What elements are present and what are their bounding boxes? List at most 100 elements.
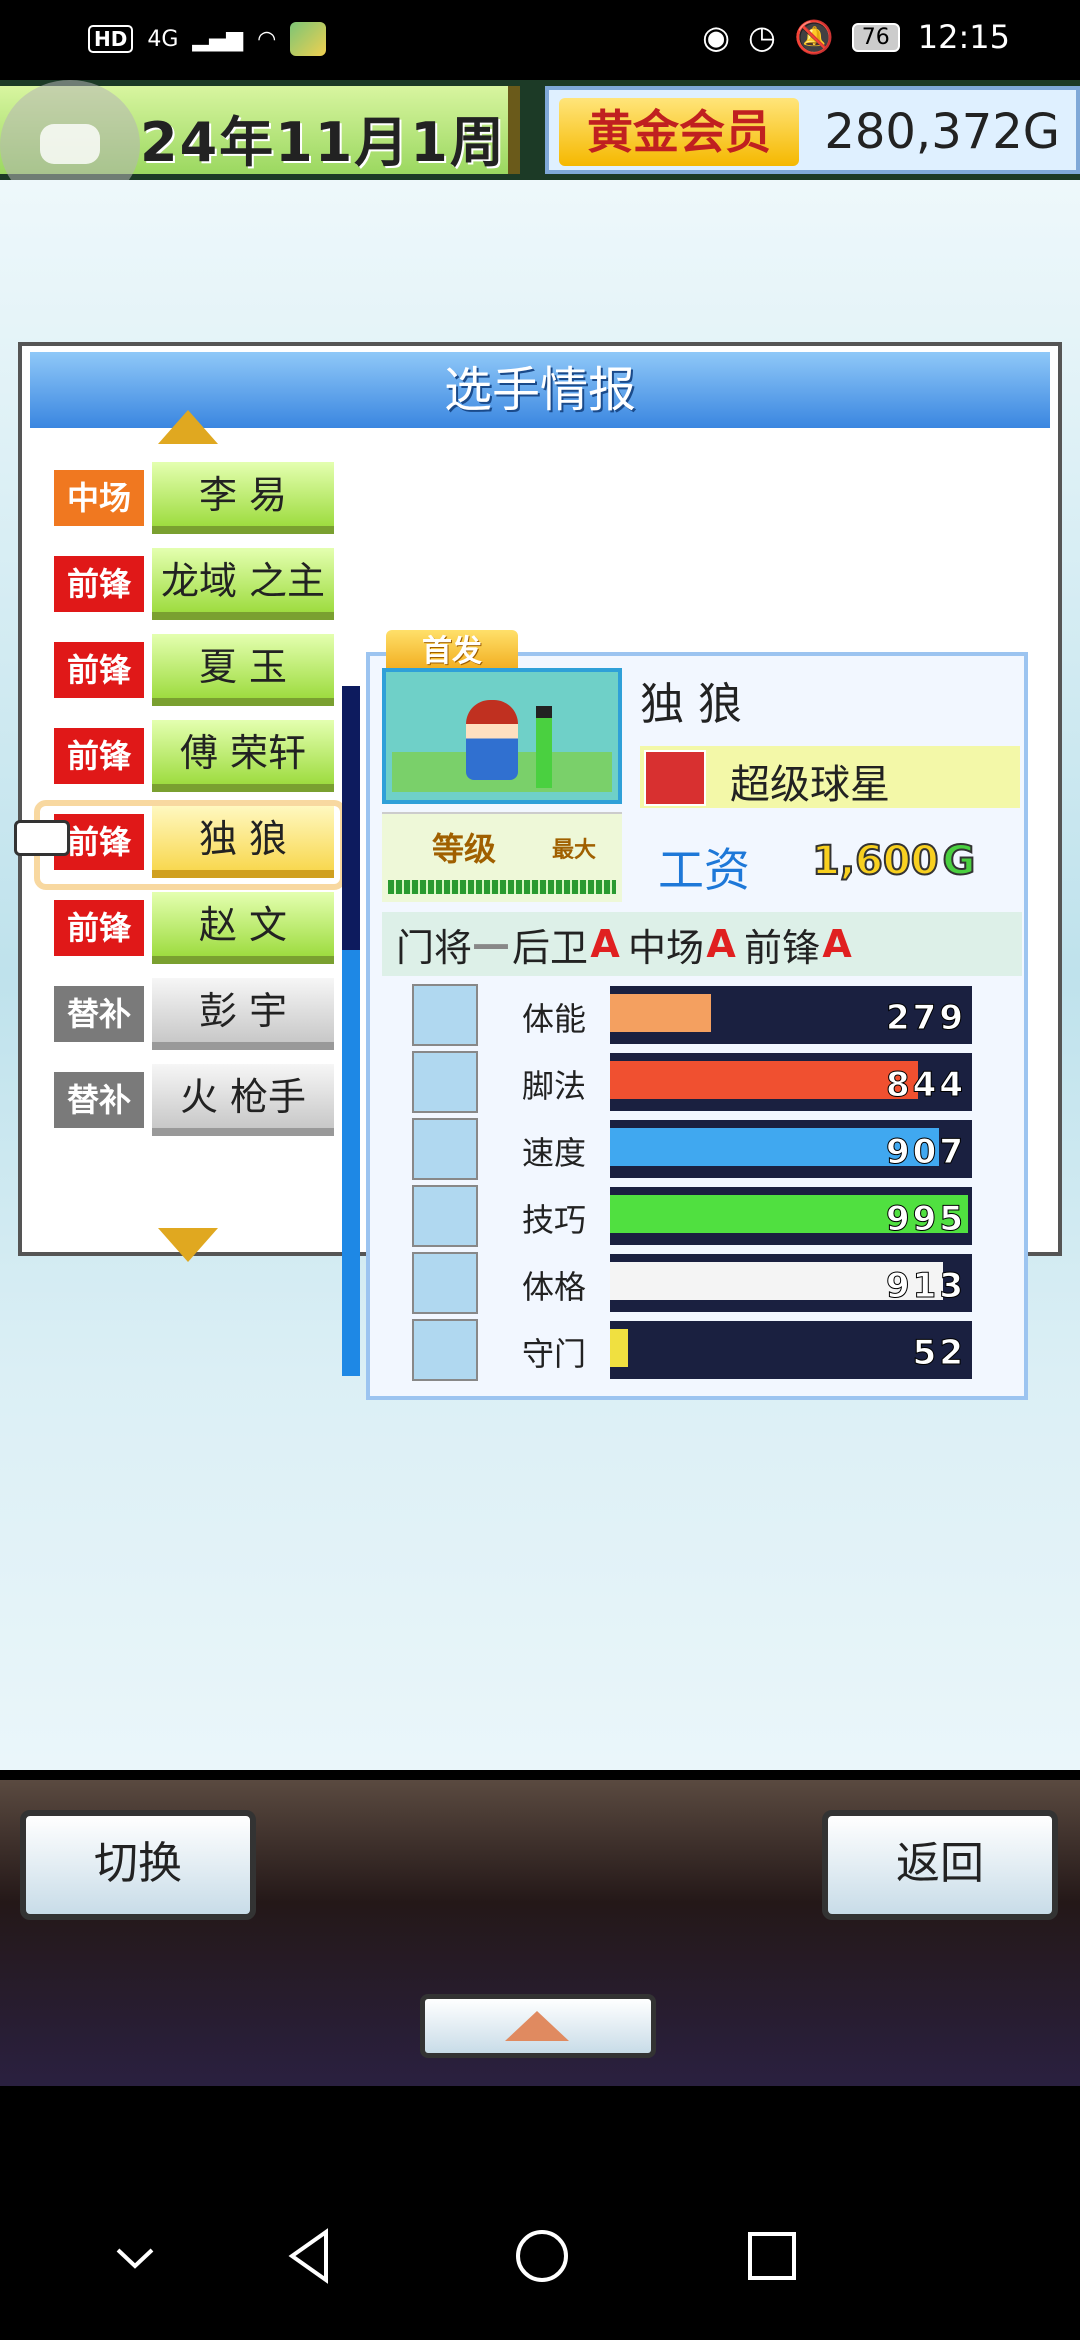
stat-bar: 913 (610, 1254, 972, 1312)
aptitude-position: 门将 (396, 925, 473, 970)
stat-value: 844 (886, 1065, 966, 1106)
app-notification-icon (290, 22, 327, 56)
salary-amount: 1,600 (811, 837, 940, 885)
alarm-icon: ◷ (748, 18, 776, 56)
stat-value: 913 (886, 1266, 966, 1307)
position-badge: 前锋 (54, 556, 144, 612)
status-bar: HD 4G ▂▄▆ ◠ ◉ ◷ 🔕 76 12:15 (0, 0, 1080, 80)
status-right: ◉ ◷ 🔕 76 12:15 (702, 18, 1010, 56)
glove-icon (412, 1319, 478, 1381)
roster-row[interactable]: 前锋 夏 玉 (50, 630, 340, 716)
eye-comfort-icon: ◉ (702, 18, 731, 56)
stat-row: 速度 907 (412, 1114, 1012, 1181)
level-box: 等级 最大 (382, 812, 622, 902)
battery-icon: 76 (851, 22, 900, 52)
stat-label: 守门 (522, 1335, 587, 1373)
roster-row[interactable]: 替补 火 枪手 (50, 1060, 340, 1146)
player-portrait (382, 668, 622, 804)
aptitude-grade: — (472, 922, 511, 966)
player-sprite-icon (466, 700, 518, 780)
player-name-button[interactable]: 赵 文 (152, 892, 334, 964)
stat-label: 速度 (522, 1134, 587, 1172)
aptitude-position: 中场 (628, 925, 705, 970)
star-player-icon (644, 750, 706, 806)
player-name-button[interactable]: 李 易 (152, 462, 334, 534)
roster-row[interactable]: 前锋 赵 文 (50, 888, 340, 974)
membership-badge: 黄金会员 (559, 98, 799, 166)
stat-bar: 844 (610, 1053, 972, 1111)
stat-fill (610, 1061, 918, 1099)
roster-row[interactable]: 中场 李 易 (50, 458, 340, 544)
stat-bar: 52 (610, 1321, 972, 1379)
roster-row-selected[interactable]: 前锋 独 狼 (14, 800, 346, 890)
rank-label: 超级球星 (730, 762, 890, 808)
battery-icon (412, 984, 478, 1046)
stamina-gauge (536, 706, 552, 788)
back-icon[interactable] (284, 2226, 334, 2286)
stat-row: 体能 279 (412, 980, 1012, 1047)
gamepad-icon (40, 124, 100, 164)
stats-list: 体能 279 脚法 844 速度 907 技巧 995 体格 913 守门 52 (412, 980, 1012, 1382)
aptitude-position: 前锋 (744, 925, 821, 970)
stat-label: 体能 (522, 1000, 587, 1038)
stat-row: 守门 52 (412, 1315, 1012, 1382)
pointing-hand-icon (14, 820, 70, 856)
game-date: 24年11月1周 (140, 111, 506, 174)
position-badge: 替补 (54, 1072, 144, 1128)
player-name-button[interactable]: 独 狼 (152, 806, 334, 878)
level-bar (388, 880, 616, 894)
expand-menu-button[interactable] (420, 1994, 656, 2058)
chevron-up-icon (505, 2011, 569, 2041)
player-name-button[interactable]: 彭 宇 (152, 978, 334, 1050)
stat-value: 907 (886, 1132, 966, 1173)
home-icon[interactable] (512, 2226, 572, 2286)
stat-value: 279 (886, 998, 966, 1039)
salary-value: 1,600 G (811, 837, 977, 885)
level-label: 等级 (432, 830, 497, 868)
aptitude-position: 后卫 (512, 925, 589, 970)
boot-icon (412, 1051, 478, 1113)
navigation-bar (0, 2086, 1080, 2340)
roster-row[interactable]: 替补 彭 宇 (50, 974, 340, 1060)
player-name-button[interactable]: 傅 荣轩 (152, 720, 334, 792)
gold-amount: 280,372G (824, 104, 1060, 160)
player-name-button[interactable]: 龙域 之主 (152, 548, 334, 620)
hd-badge: HD (88, 25, 134, 53)
salary-unit: G (942, 837, 977, 885)
level-max-label: 最大 (552, 838, 597, 863)
switch-button[interactable]: 切换 (20, 1810, 256, 1920)
aptitude-grade: A (822, 922, 852, 966)
stat-row: 技巧 995 (412, 1181, 1012, 1248)
gold-panel: 黄金会员 280,372G (545, 86, 1080, 174)
network-label: 4G (147, 26, 179, 52)
signal-icon: ▂▄▆ (192, 26, 244, 52)
back-button[interactable]: 返回 (822, 1810, 1058, 1920)
dribble-icon (412, 1185, 478, 1247)
roster-row[interactable]: 前锋 傅 荣轩 (50, 716, 340, 802)
stat-label: 体格 (522, 1268, 587, 1306)
position-badge: 前锋 (54, 728, 144, 784)
roster-scrollbar-thumb[interactable] (342, 686, 360, 950)
salary-label: 工资 (658, 843, 750, 897)
stat-value: 52 (912, 1333, 966, 1374)
scroll-down-arrow-icon[interactable] (158, 1228, 218, 1262)
stat-row: 体格 913 (412, 1248, 1012, 1315)
stat-fill (610, 994, 712, 1032)
player-name-button[interactable]: 火 枪手 (152, 1064, 334, 1136)
roster-row[interactable]: 前锋 龙域 之主 (50, 544, 340, 630)
collapse-icon[interactable] (110, 2238, 160, 2278)
position-badge: 前锋 (54, 900, 144, 956)
position-badge: 前锋 (54, 642, 144, 698)
stat-bar: 995 (610, 1187, 972, 1245)
scroll-up-arrow-icon[interactable] (158, 410, 218, 444)
clock: 12:15 (917, 18, 1010, 56)
player-rank: 超级球星 (640, 746, 1020, 808)
player-name-button[interactable]: 夏 玉 (152, 634, 334, 706)
game-top-bar: 24年11月1周 黄金会员 280,372G (0, 80, 1080, 180)
runner-icon (412, 1118, 478, 1180)
wifi-icon: ◠ (257, 26, 277, 52)
stat-label: 技巧 (522, 1201, 587, 1239)
recents-icon[interactable] (744, 2228, 800, 2284)
stat-bar: 907 (610, 1120, 972, 1178)
aptitude-grade: A (706, 922, 736, 966)
